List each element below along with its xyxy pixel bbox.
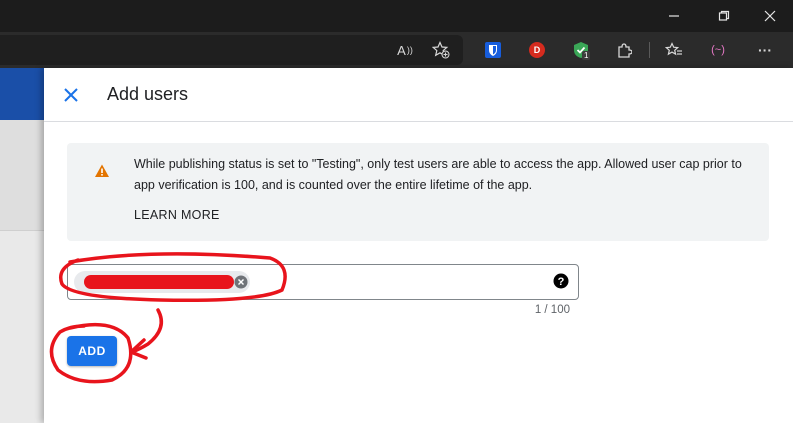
- warning-banner: While publishing status is set to "Testi…: [67, 143, 769, 241]
- add-favorite-icon[interactable]: [429, 38, 453, 62]
- help-icon[interactable]: ?: [553, 273, 569, 289]
- favorites-icon[interactable]: [662, 38, 686, 62]
- restore-icon[interactable]: [704, 0, 744, 32]
- browser-toolbar: A)) D 1 (~) ···: [0, 32, 793, 68]
- chip-value: redacted: [84, 275, 234, 289]
- add-button[interactable]: ADD: [67, 336, 117, 366]
- chip-remove-icon[interactable]: [234, 275, 248, 289]
- extensions-icon[interactable]: [612, 38, 636, 62]
- copilot-label: (~): [711, 44, 725, 56]
- more-menu-icon[interactable]: ···: [753, 38, 777, 62]
- user-chip: redacted: [74, 271, 250, 293]
- background-page: [0, 68, 44, 423]
- read-aloud-icon[interactable]: A)): [393, 38, 417, 62]
- background-row: [0, 120, 44, 231]
- more-label: ···: [758, 42, 772, 58]
- close-button[interactable]: [58, 82, 84, 108]
- svg-text:?: ?: [558, 276, 565, 288]
- close-icon: [64, 88, 78, 102]
- learn-more-link[interactable]: LEARN MORE: [134, 208, 220, 222]
- add-users-panel: Add users While publishing status is set…: [44, 68, 793, 423]
- background-header: [0, 68, 44, 120]
- panel-title: Add users: [107, 84, 189, 104]
- d-extension-label: D: [529, 42, 545, 58]
- warning-text: While publishing status is set to "Testi…: [134, 157, 742, 192]
- extension-badge: 1: [582, 51, 591, 60]
- user-email-input[interactable]: redacted ?: [67, 264, 579, 300]
- toolbar-divider: [649, 42, 650, 58]
- panel-header: Add users: [44, 68, 793, 122]
- warning-icon: [95, 164, 109, 177]
- copilot-icon[interactable]: (~): [706, 38, 730, 62]
- browser-titlebar: [0, 0, 793, 32]
- d-extension-icon[interactable]: D: [525, 38, 549, 62]
- shield-extension-icon[interactable]: 1: [569, 38, 593, 62]
- read-aloud-label: A: [397, 42, 406, 58]
- close-window-icon[interactable]: [750, 0, 790, 32]
- user-counter: 1 / 100: [534, 304, 570, 316]
- minimize-icon[interactable]: [654, 0, 694, 32]
- bitwarden-icon[interactable]: [481, 38, 505, 62]
